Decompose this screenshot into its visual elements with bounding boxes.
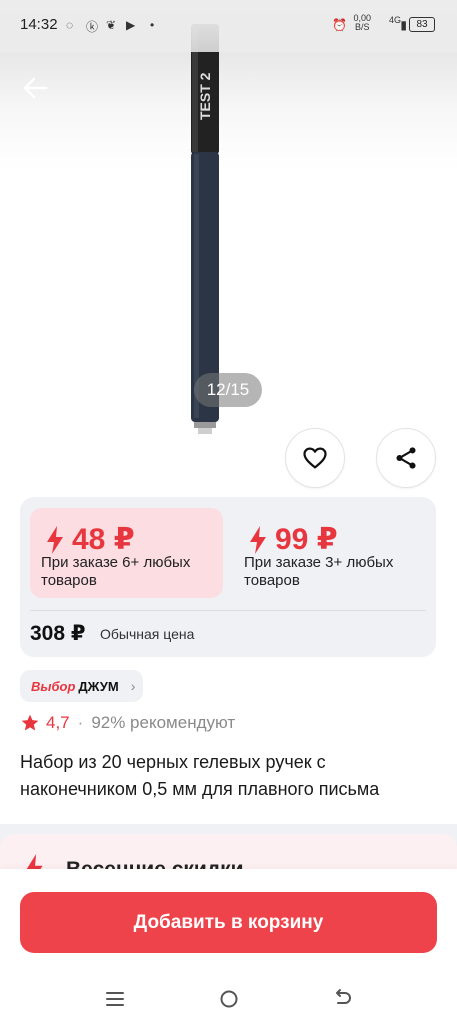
recommend-percent: 92% рекомендуют	[91, 713, 236, 732]
price-tier-6plus[interactable]: 48 ₽ При заказе 6+ любых товаров	[30, 508, 223, 598]
lightning-icon	[47, 525, 63, 554]
rating-separator: ·	[77, 713, 84, 732]
rating-row[interactable]: 4,7 · 92% рекомендуют	[20, 711, 235, 735]
badge-name: ДЖУМ	[78, 678, 119, 694]
system-navigation-bar	[0, 972, 457, 1024]
share-icon	[396, 447, 416, 469]
signal-icon: ▮	[400, 18, 407, 32]
divider	[30, 610, 426, 611]
back-nav-button[interactable]	[327, 984, 357, 1014]
tier-price: 48 ₽	[46, 522, 135, 557]
back-nav-icon	[336, 989, 351, 1004]
network-type: 4G	[388, 15, 401, 25]
product-title: Набор из 20 черных гелевых ручек с након…	[20, 752, 380, 799]
rating-value: 4,7	[46, 713, 70, 732]
home-button[interactable]	[214, 984, 244, 1014]
image-counter: 12/15	[194, 373, 262, 407]
back-button[interactable]	[18, 70, 54, 106]
heart-icon	[303, 447, 327, 469]
dot-icon: •	[150, 18, 155, 32]
tier-description: При заказе 3+ любых товаров	[244, 554, 394, 589]
youtube-icon: ▶	[126, 18, 136, 32]
bird-icon: ❦	[106, 18, 117, 32]
star-icon	[21, 714, 39, 731]
status-time: 14:32	[20, 16, 58, 33]
product-image-gallery[interactable]: TEST 2 12/15	[0, 0, 457, 440]
tier-price: 99 ₽	[249, 522, 338, 557]
regular-price-label: Обычная цена	[100, 626, 195, 642]
recent-apps-button[interactable]	[100, 984, 130, 1014]
lightning-icon	[250, 525, 266, 554]
menu-icon	[106, 992, 124, 1006]
alarm-icon: ⏰	[332, 18, 347, 32]
home-circle-icon	[220, 990, 238, 1008]
battery-indicator: 83	[409, 17, 435, 32]
badge-brand: Выбор	[31, 678, 76, 694]
price-tier-3plus[interactable]: 99 ₽ При заказе 3+ любых товаров	[233, 508, 428, 598]
ok-icon: ⓚ	[86, 20, 99, 34]
regular-price: 308 ₽	[30, 622, 86, 645]
price-card: 48 ₽ При заказе 6+ любых товаров 99 ₽ Пр…	[20, 497, 436, 657]
status-bar: 14:32 ◌ ⓚ ❦ ▶ • ⏰ 0,00 B/S 4G ▮ 83	[0, 0, 457, 52]
favorite-button[interactable]	[285, 428, 345, 488]
chat-icon: ◌	[66, 18, 74, 32]
tier-description: При заказе 6+ любых товаров	[41, 554, 191, 589]
add-to-cart-button[interactable]: Добавить в корзину	[20, 892, 437, 953]
arrow-left-icon	[23, 77, 48, 99]
share-button[interactable]	[376, 428, 436, 488]
joom-choice-badge[interactable]: Выбор ДЖУМ ›	[20, 670, 143, 702]
chevron-right-icon: ›	[130, 678, 136, 694]
pen-print-text: TEST 2	[197, 72, 213, 120]
net-speed: 0,00 B/S	[353, 13, 371, 32]
